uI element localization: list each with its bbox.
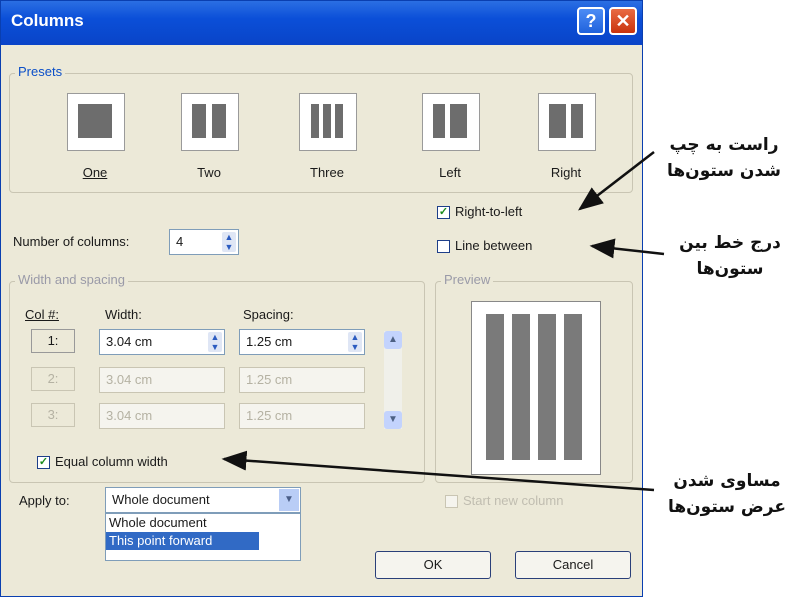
preset-one[interactable] xyxy=(67,93,125,151)
annotation-line-between: درج خط بین ستون‌ها xyxy=(660,230,800,282)
scroll-up-icon[interactable]: ▲ xyxy=(384,331,402,349)
title-bar[interactable]: Columns ? ✕ xyxy=(1,1,642,45)
preset-three[interactable] xyxy=(299,93,357,151)
dialog-title: Columns xyxy=(11,11,84,30)
col-number-3: 3: xyxy=(31,403,75,427)
preset-left[interactable] xyxy=(422,93,480,151)
preview-label: Preview xyxy=(441,272,494,287)
preset-right-label: Right xyxy=(550,165,582,180)
close-icon[interactable]: ✕ xyxy=(609,7,637,35)
annotation-rtl-line1: راست به چپ xyxy=(669,135,779,155)
presets-label: Presets xyxy=(15,64,66,79)
preset-two-label: Two xyxy=(197,165,221,180)
preset-left-label: Left xyxy=(439,165,461,180)
number-of-columns-spinner[interactable]: ▲ ▼ xyxy=(222,232,236,252)
apply-to-label: Apply to: xyxy=(19,493,70,508)
equal-width-checkbox[interactable]: ✓ xyxy=(37,456,50,469)
spacing-input-3: 1.25 cm xyxy=(239,403,365,429)
apply-to-option-forward[interactable]: This point forward xyxy=(106,532,259,550)
number-of-columns-input[interactable]: 4 ▲ ▼ xyxy=(169,229,239,255)
spacing-value-1: 1.25 cm xyxy=(246,334,293,349)
width-value-3: 3.04 cm xyxy=(106,408,153,423)
width-value-2: 3.04 cm xyxy=(106,372,153,387)
start-new-column-checkbox xyxy=(445,495,458,508)
col-header: Col #: xyxy=(25,307,59,322)
width-header: Width: xyxy=(105,307,142,322)
preset-one-label: One xyxy=(82,165,108,180)
annotation-right-to-left: راست به چپ شدن ستون‌ها xyxy=(648,132,800,184)
right-to-left-label: Right-to-left xyxy=(455,204,523,219)
width-input-1[interactable]: 3.04 cm ▲ ▼ xyxy=(99,329,225,355)
col-number-1: 1: xyxy=(31,329,75,353)
annotation-line-line2: ستون‌ها xyxy=(696,259,764,279)
right-to-left-checkbox[interactable]: ✓ xyxy=(437,206,450,219)
spacing-value-2: 1.25 cm xyxy=(246,372,293,387)
annotation-line-line1: درج خط بین xyxy=(679,233,781,253)
annotation-rtl-line2: شدن ستون‌ها xyxy=(667,161,781,181)
apply-to-option-whole[interactable]: Whole document xyxy=(106,514,259,532)
width-spacing-label: Width and spacing xyxy=(15,272,128,287)
help-icon[interactable]: ? xyxy=(577,7,605,35)
width-spinner-1[interactable]: ▲ ▼ xyxy=(208,332,222,352)
preview-page xyxy=(471,301,601,475)
equal-width-label: Equal column width xyxy=(55,454,168,469)
width-value-1: 3.04 cm xyxy=(106,334,153,349)
col-number-2: 2: xyxy=(31,367,75,391)
spacing-input-1[interactable]: 1.25 cm ▲ ▼ xyxy=(239,329,365,355)
spacing-input-2: 1.25 cm xyxy=(239,367,365,393)
ok-button[interactable]: OK xyxy=(375,551,491,579)
annotation-equal-line1: مساوی شدن xyxy=(673,471,781,491)
apply-to-value: Whole document xyxy=(112,492,210,507)
line-between-checkbox[interactable] xyxy=(437,240,450,253)
columns-scrollbar[interactable]: ▲ ▼ xyxy=(384,331,402,429)
number-of-columns-label: Number of columns: xyxy=(13,234,130,249)
spacing-header: Spacing: xyxy=(243,307,294,322)
spacing-value-3: 1.25 cm xyxy=(246,408,293,423)
dropdown-arrow-icon[interactable]: ▼ xyxy=(279,489,299,511)
scroll-down-icon[interactable]: ▼ xyxy=(384,411,402,429)
apply-to-select[interactable]: Whole document ▼ xyxy=(105,487,301,513)
line-between-label: Line between xyxy=(455,238,533,253)
start-new-column-label: Start new column xyxy=(463,493,564,508)
width-input-3: 3.04 cm xyxy=(99,403,225,429)
annotation-equal-line2: عرض ستون‌ها xyxy=(668,497,786,517)
number-of-columns-value: 4 xyxy=(176,234,184,249)
preset-right[interactable] xyxy=(538,93,596,151)
preset-three-label: Three xyxy=(310,165,344,180)
columns-dialog: Columns ? ✕ Presets One Two Three Left R… xyxy=(0,0,643,597)
cancel-button[interactable]: Cancel xyxy=(515,551,631,579)
spacing-spinner-1[interactable]: ▲ ▼ xyxy=(348,332,362,352)
annotation-equal-width: مساوی شدن عرض ستون‌ها xyxy=(652,468,802,520)
apply-to-options: Whole document This point forward xyxy=(105,513,301,561)
preset-two[interactable] xyxy=(181,93,239,151)
width-input-2: 3.04 cm xyxy=(99,367,225,393)
